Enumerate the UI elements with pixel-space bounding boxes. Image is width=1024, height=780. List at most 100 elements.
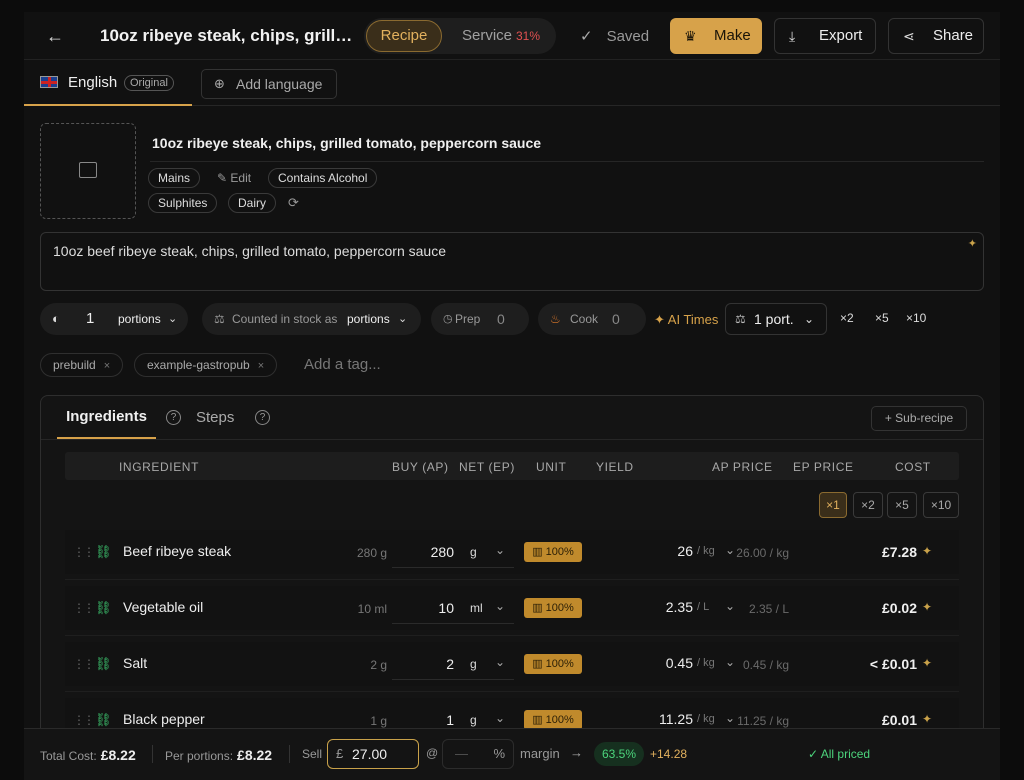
net-quantity-field[interactable]: 2 g ⌄	[392, 648, 514, 680]
globe-icon: ⊕	[214, 76, 225, 91]
ingredient-name[interactable]: Vegetable oil	[123, 599, 203, 615]
qty-x1-button[interactable]: ×1	[819, 492, 847, 518]
refresh-allergens-icon[interactable]: ⟳	[288, 195, 299, 211]
ap-price-unit: / kg	[697, 657, 715, 669]
link-icon[interactable]: ⛓	[95, 600, 112, 616]
ap-price-value[interactable]: 0.45	[605, 655, 693, 671]
back-arrow-icon[interactable]: ←	[44, 25, 66, 47]
ap-price-unit: / L	[697, 601, 710, 613]
stock-unit-control[interactable]: ⚖ Counted in stock as portions ⌄	[202, 303, 421, 335]
drag-handle-icon[interactable]: ⋮⋮	[73, 545, 95, 559]
cook-time-control[interactable]: ♨ Cook 0	[538, 303, 646, 335]
chevron-down-icon[interactable]: ⌄	[495, 543, 505, 557]
net-value[interactable]: 1	[392, 712, 454, 728]
ep-price-value: 0.45	[742, 658, 767, 672]
remove-tag-icon[interactable]: ×	[104, 360, 110, 372]
scale-value: 1 port.	[754, 311, 794, 327]
ai-sparkle-icon[interactable]: ✦	[922, 544, 932, 558]
tab-ingredients[interactable]: Ingredients	[57, 396, 156, 439]
tab-steps[interactable]: Steps	[196, 409, 234, 426]
portions-control[interactable]: ◐ 1 portions ⌄	[40, 303, 188, 335]
scale-portions-select[interactable]: ⚖ 1 port. ⌄	[725, 303, 827, 335]
net-value[interactable]: 280	[392, 544, 454, 560]
cook-value[interactable]: 0	[612, 303, 620, 335]
ingredient-name[interactable]: Salt	[123, 655, 147, 671]
export-label: Export	[819, 27, 863, 44]
target-margin-input[interactable]: — %	[442, 739, 514, 769]
ingredient-name[interactable]: Black pepper	[123, 711, 205, 727]
drag-handle-icon[interactable]: ⋮⋮	[73, 713, 95, 727]
help-icon[interactable]: ?	[166, 410, 181, 425]
sell-price-input[interactable]: £ 27.00	[327, 739, 419, 769]
ep-price-value: 26.00	[736, 546, 767, 560]
ap-price-value[interactable]: 2.35	[605, 599, 693, 615]
ai-sparkle-icon[interactable]: ✦	[922, 656, 932, 670]
portions-count[interactable]: 1	[86, 303, 94, 335]
chevron-down-icon: ⌄	[804, 312, 815, 326]
qty-x10-button[interactable]: ×10	[923, 492, 959, 518]
edit-category-button[interactable]: ✎ Edit	[217, 171, 251, 185]
recipe-name[interactable]: 10oz ribeye steak, chips, grilled tomato…	[152, 135, 541, 151]
ai-sparkle-icon[interactable]: ✦	[968, 237, 977, 250]
link-icon[interactable]: ⛓	[95, 712, 112, 728]
net-quantity-field[interactable]: 280 g ⌄	[392, 536, 514, 568]
chevron-down-icon[interactable]: ⌄	[495, 599, 505, 613]
recipe-image-upload[interactable]	[40, 123, 136, 219]
tag-label: prebuild	[53, 358, 96, 372]
prep-value[interactable]: 0	[497, 303, 505, 335]
ai-sparkle-icon[interactable]: ✦	[922, 712, 932, 726]
currency-symbol: £	[336, 746, 344, 761]
net-quantity-field[interactable]: 10 ml ⌄	[392, 592, 514, 624]
ep-price-value: 11.25	[737, 714, 767, 728]
portions-unit-select[interactable]: portions	[118, 303, 161, 335]
description-field[interactable]: 10oz beef ribeye steak, chips, grilled t…	[40, 232, 984, 291]
add-language-button[interactable]: ⊕ Add language	[201, 69, 337, 99]
ap-price-value[interactable]: 26	[605, 543, 693, 559]
yield-badge[interactable]: ▥ 100%	[524, 598, 582, 618]
chevron-down-icon[interactable]: ⌄	[495, 711, 505, 725]
original-badge: Original	[124, 75, 174, 91]
drag-handle-icon[interactable]: ⋮⋮	[73, 657, 95, 671]
allergen-chip-dairy[interactable]: Dairy	[228, 193, 277, 213]
drag-handle-icon[interactable]: ⋮⋮	[73, 601, 95, 615]
allergen-chip-sulphites[interactable]: Sulphites	[148, 193, 218, 213]
yield-badge[interactable]: ▥ 100%	[524, 654, 582, 674]
net-value[interactable]: 2	[392, 656, 454, 672]
allergen-chip-alcohol[interactable]: Contains Alcohol	[268, 168, 378, 188]
export-button[interactable]: ⤓ Export	[774, 18, 876, 54]
stock-unit-select[interactable]: portions	[347, 303, 390, 335]
tag-chip[interactable]: example-gastropub ×	[134, 353, 278, 377]
link-icon[interactable]: ⛓	[95, 656, 112, 672]
help-icon[interactable]: ?	[255, 410, 270, 425]
remove-tag-icon[interactable]: ×	[258, 360, 264, 372]
category-chip[interactable]: Mains	[148, 168, 201, 188]
tab-recipe[interactable]: Recipe	[366, 20, 442, 52]
stock-label: Counted in stock as	[232, 312, 338, 326]
make-button[interactable]: ♛ Make	[670, 18, 762, 54]
qty-x5-button[interactable]: ×5	[887, 492, 917, 518]
tab-service[interactable]: Service	[462, 27, 512, 44]
tag-chip[interactable]: prebuild ×	[40, 353, 124, 377]
ap-price-value[interactable]: 11.25	[605, 711, 693, 727]
clock-icon: ◷	[443, 313, 453, 325]
ai-times-button[interactable]: ✦ AI Times	[654, 312, 718, 328]
ai-sparkle-icon[interactable]: ✦	[922, 600, 932, 614]
link-icon[interactable]: ⛓	[95, 544, 112, 560]
multiply-x2-button[interactable]: ×2	[840, 311, 854, 325]
multiply-x10-button[interactable]: ×10	[906, 311, 926, 325]
yield-badge[interactable]: ▥ 100%	[524, 710, 582, 730]
net-value[interactable]: 10	[392, 600, 454, 616]
chevron-down-icon[interactable]: ⌄	[495, 655, 505, 669]
qty-x2-button[interactable]: ×2	[853, 492, 883, 518]
language-tab-english[interactable]: English Original	[24, 60, 192, 106]
ai-times-label: AI Times	[667, 312, 719, 327]
row-cost: £7.28	[881, 544, 917, 560]
ingredient-name[interactable]: Beef ribeye steak	[123, 543, 231, 559]
prep-time-control[interactable]: ◷ Prep 0	[431, 303, 529, 335]
prep-label: Prep	[455, 312, 481, 326]
share-button[interactable]: ⋖ Share	[888, 18, 984, 54]
multiply-x5-button[interactable]: ×5	[875, 311, 889, 325]
yield-badge[interactable]: ▥ 100%	[524, 542, 582, 562]
add-tag-input[interactable]: Add a tag...	[304, 356, 381, 373]
add-sub-recipe-button[interactable]: + Sub-recipe	[871, 406, 967, 431]
